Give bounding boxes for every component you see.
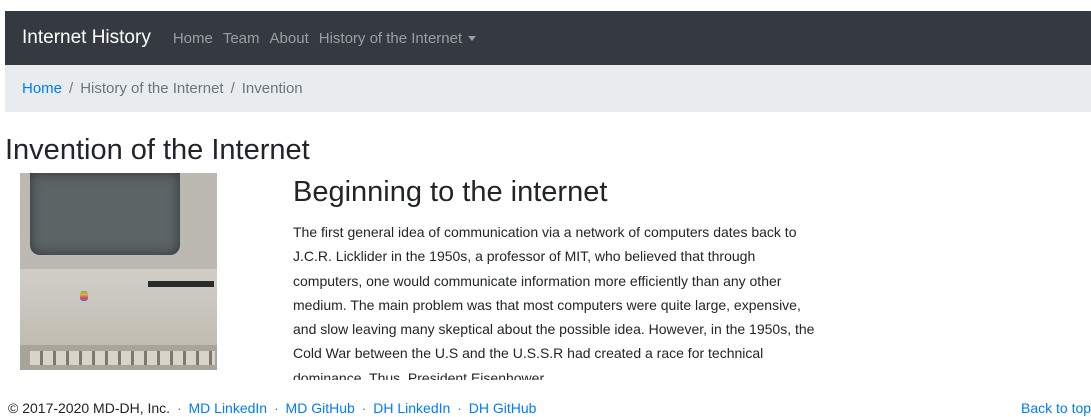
footer: © 2017-2020 MD-DH, Inc. · MD LinkedIn · … xyxy=(8,400,536,416)
photo-keys xyxy=(30,351,215,365)
breadcrumb: Home / History of the Internet / Inventi… xyxy=(5,65,1091,112)
footer-link-dh-linkedin[interactable]: DH LinkedIn xyxy=(373,400,450,416)
footer-dot: · xyxy=(176,400,182,416)
nav-link-team[interactable]: Team xyxy=(223,30,260,47)
footer-dot: · xyxy=(457,400,462,416)
photo-floppy-slot xyxy=(148,281,214,287)
nav-link-home[interactable]: Home xyxy=(173,30,213,47)
nav-dropdown-label: History of the Internet xyxy=(318,29,463,47)
breadcrumb-section: History of the Internet xyxy=(80,80,224,97)
footer-copyright: © 2017-2020 MD-DH, Inc. xyxy=(8,400,171,416)
breadcrumb-current: Invention xyxy=(241,80,303,97)
footer-dot: · xyxy=(273,400,279,416)
caret-down-icon xyxy=(468,35,477,41)
top-navbar: Internet History Home Team About History… xyxy=(5,11,1091,65)
nav-dropdown-history[interactable]: History of the Internet xyxy=(318,29,477,47)
footer-link-md-linkedin[interactable]: MD LinkedIn xyxy=(189,400,268,416)
footer-dot: · xyxy=(361,400,367,416)
footer-link-md-github[interactable]: MD GitHub xyxy=(286,400,355,416)
computer-photo xyxy=(20,173,217,370)
page-title: Invention of the Internet xyxy=(5,134,310,166)
breadcrumb-home-link[interactable]: Home xyxy=(22,80,62,97)
article-paragraph: The first general idea of communication … xyxy=(293,224,815,380)
back-to-top-link[interactable]: Back to top xyxy=(1021,400,1091,416)
breadcrumb-separator: / xyxy=(69,80,74,97)
apple-logo-icon xyxy=(80,291,88,301)
footer-link-dh-github[interactable]: DH GitHub xyxy=(469,400,537,416)
article-heading: Beginning to the internet xyxy=(293,176,608,208)
photo-screen xyxy=(30,173,180,255)
breadcrumb-separator: / xyxy=(230,80,235,97)
nav-link-about[interactable]: About xyxy=(270,30,309,47)
navbar-brand[interactable]: Internet History xyxy=(22,27,151,49)
